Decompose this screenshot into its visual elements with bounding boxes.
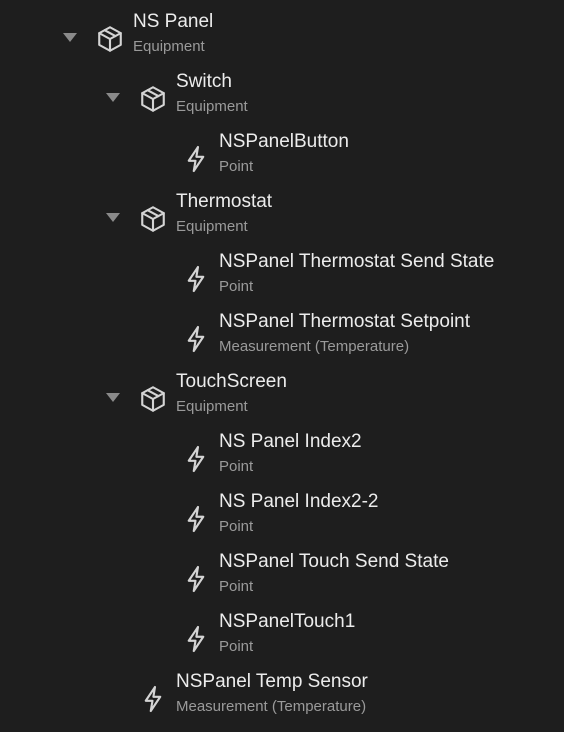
item-title: NS Panel (133, 11, 214, 32)
tree-item[interactable]: NSPanelTouch1 Point (0, 608, 564, 668)
tree-item[interactable]: Switch Equipment (0, 68, 564, 128)
item-subtitle: Point (219, 578, 254, 595)
item-title: NSPanel Thermostat Setpoint (219, 311, 471, 332)
item-subtitle: Point (219, 458, 254, 475)
tree-item[interactable]: NSPanel Thermostat Setpoint Measurement (… (0, 308, 564, 368)
expand-toggle-icon[interactable] (103, 387, 123, 407)
equipment-cube-icon (137, 203, 169, 235)
item-title: NSPanel Touch Send State (219, 551, 449, 572)
point-bolt-icon (180, 623, 212, 655)
equipment-cube-icon (137, 83, 169, 115)
item-title: NS Panel Index2-2 (219, 491, 379, 512)
item-tree: NS Panel Equipment Switch Equipment NSPanelB… (0, 0, 564, 732)
expand-toggle-icon[interactable] (60, 27, 80, 47)
item-subtitle: Point (219, 638, 254, 655)
tree-item[interactable]: Thermostat Equipment (0, 188, 564, 248)
tree-item[interactable]: NS Panel Index2-2 Point (0, 488, 564, 548)
item-title: TouchScreen (176, 371, 287, 392)
item-subtitle: Point (219, 518, 254, 535)
tree-item[interactable]: NS Panel Index2 Point (0, 428, 564, 488)
tree-item[interactable]: NSPanel Touch Send State Point (0, 548, 564, 608)
equipment-cube-icon (94, 23, 126, 55)
item-title: NS Panel Index2 (219, 431, 362, 452)
item-title: NSPanelButton (219, 131, 349, 152)
expand-toggle-icon[interactable] (103, 87, 123, 107)
equipment-cube-icon (137, 383, 169, 415)
item-title: NSPanel Temp Sensor (176, 671, 368, 692)
item-subtitle: Measurement (Temperature) (219, 338, 410, 355)
item-title: NSPanelTouch1 (219, 611, 356, 632)
item-subtitle: Equipment (176, 398, 248, 415)
item-title: NSPanel Thermostat Send State (219, 251, 495, 272)
item-subtitle: Measurement (Temperature) (176, 698, 367, 715)
tree-item[interactable]: NS Panel Equipment (0, 8, 564, 68)
tree-item[interactable]: NSPanel Thermostat Send State Point (0, 248, 564, 308)
point-bolt-icon (180, 143, 212, 175)
item-subtitle: Equipment (133, 38, 205, 55)
tree-item[interactable]: TouchScreen Equipment (0, 368, 564, 428)
point-bolt-icon (180, 443, 212, 475)
point-bolt-icon (180, 503, 212, 535)
item-subtitle: Equipment (176, 98, 248, 115)
item-title: Thermostat (176, 191, 273, 212)
tree-item[interactable]: NSPanel Temp Sensor Measurement (Temperat… (0, 668, 564, 728)
point-bolt-icon (180, 263, 212, 295)
tree-item[interactable]: NSPanelButton Point (0, 128, 564, 188)
item-title: Switch (176, 71, 232, 92)
item-subtitle: Point (219, 158, 254, 175)
item-subtitle: Point (219, 278, 254, 295)
expand-toggle-icon[interactable] (103, 207, 123, 227)
point-bolt-icon (180, 323, 212, 355)
point-bolt-icon (137, 683, 169, 715)
item-subtitle: Equipment (176, 218, 248, 235)
point-bolt-icon (180, 563, 212, 595)
